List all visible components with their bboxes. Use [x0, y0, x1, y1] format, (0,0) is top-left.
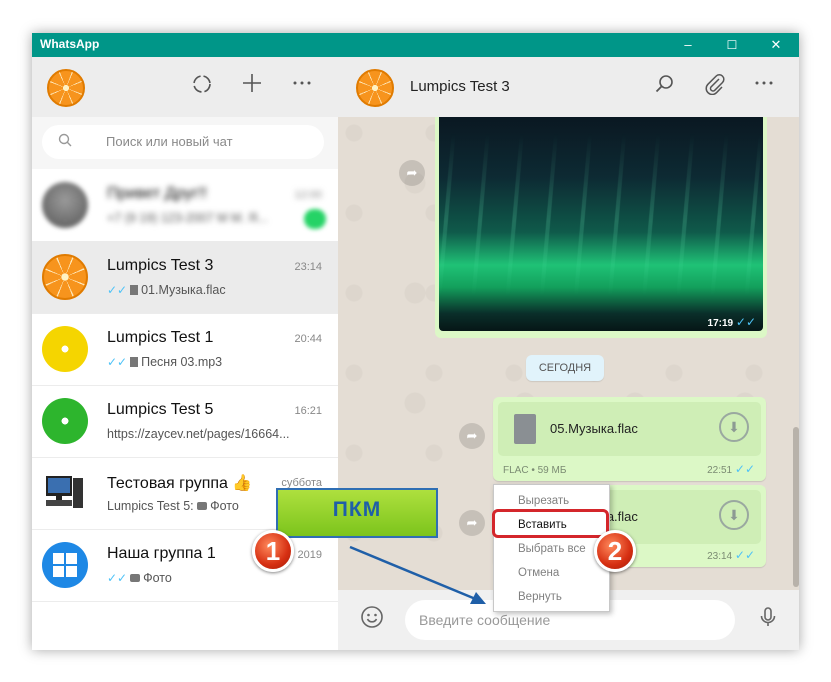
context-menu: Вырезать Вставить Выбрать все Отмена Вер… — [493, 484, 610, 612]
menu-item-select-all[interactable]: Выбрать все — [494, 537, 609, 561]
right-click-label: ПКМ — [276, 488, 438, 538]
annotation-arrow — [349, 545, 486, 604]
paste-highlight — [492, 509, 609, 538]
step-badge-1: 1 — [252, 530, 294, 572]
menu-item-undo[interactable]: Отмена — [494, 561, 609, 585]
step-badge-2: 2 — [594, 530, 636, 572]
menu-item-redo[interactable]: Вернуть — [494, 585, 609, 609]
